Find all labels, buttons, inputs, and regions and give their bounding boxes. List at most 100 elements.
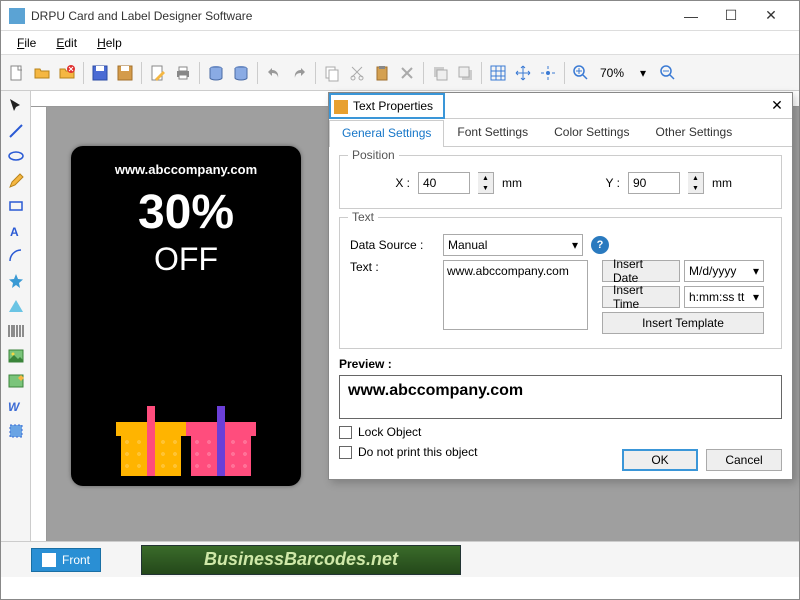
db2-icon[interactable] — [229, 61, 253, 85]
text-label: Text : — [350, 260, 435, 274]
redo-icon[interactable] — [287, 61, 311, 85]
help-icon[interactable]: ? — [591, 236, 609, 254]
undo-icon[interactable] — [262, 61, 286, 85]
minimize-button[interactable]: — — [671, 2, 711, 30]
gift-icon — [116, 406, 186, 476]
gift-icon — [186, 406, 256, 476]
y-input[interactable] — [628, 172, 680, 194]
y-spinner[interactable]: ▲▼ — [688, 172, 704, 194]
print-icon[interactable] — [171, 61, 195, 85]
arc-tool-icon[interactable] — [5, 245, 27, 267]
toolbar: 70% ▾ — [1, 55, 799, 91]
cancel-button[interactable]: Cancel — [706, 449, 782, 471]
app-title: DRPU Card and Label Designer Software — [31, 9, 671, 23]
saveas-icon[interactable] — [113, 61, 137, 85]
position-fieldset: Position X : ▲▼ mm Y : ▲▼ mm — [339, 155, 782, 209]
page-tab-label: Front — [62, 553, 90, 567]
dialog-close-icon[interactable]: ✕ — [762, 97, 792, 114]
ok-button[interactable]: OK — [622, 449, 698, 471]
copy-icon[interactable] — [320, 61, 344, 85]
edit-icon[interactable] — [146, 61, 170, 85]
close-button[interactable]: ✕ — [751, 2, 791, 30]
layer1-icon[interactable] — [428, 61, 452, 85]
align-icon[interactable] — [536, 61, 560, 85]
card-url-text[interactable]: www.abccompany.com — [81, 162, 291, 177]
preview-box: www.abccompany.com — [339, 375, 782, 419]
page-thumb-icon — [42, 553, 56, 567]
tab-other[interactable]: Other Settings — [642, 119, 745, 146]
datasource-combo[interactable]: Manual — [443, 234, 583, 256]
triangle-tool-icon[interactable] — [5, 295, 27, 317]
x-input[interactable] — [418, 172, 470, 194]
save-icon[interactable] — [88, 61, 112, 85]
text-tool-icon[interactable]: A — [5, 220, 27, 242]
card-discount-text: 30% — [81, 189, 291, 237]
barcode-tool-icon[interactable] — [5, 320, 27, 342]
layer2-icon[interactable] — [453, 61, 477, 85]
menu-file[interactable]: File — [9, 34, 44, 52]
date-format-combo[interactable]: M/d/yyyy — [684, 260, 764, 282]
paste-icon[interactable] — [370, 61, 394, 85]
x-label: X : — [350, 176, 410, 190]
open-icon[interactable] — [30, 61, 54, 85]
noprint-checkbox[interactable] — [339, 446, 352, 459]
insert-date-button[interactable]: Insert Date — [602, 260, 680, 282]
dialog-title: Text Properties — [329, 93, 445, 119]
tab-color[interactable]: Color Settings — [541, 119, 642, 146]
image-tool-icon[interactable] — [5, 345, 27, 367]
text-input[interactable] — [443, 260, 588, 330]
text-properties-dialog: Text Properties ✕ General Settings Font … — [328, 92, 793, 480]
grid-icon[interactable] — [486, 61, 510, 85]
pointer-tool-icon[interactable] — [5, 95, 27, 117]
position-legend: Position — [348, 148, 399, 162]
card-preview[interactable]: www.abccompany.com 30% OFF — [71, 146, 301, 486]
time-format-combo[interactable]: h:mm:ss tt — [684, 286, 764, 308]
cut-icon[interactable] — [345, 61, 369, 85]
zoom-value[interactable]: 70% — [594, 66, 630, 80]
text-fieldset: Text Data Source : Manual ? Text : Inser… — [339, 217, 782, 349]
page-tab-front[interactable]: Front — [31, 548, 101, 572]
card-gifts — [71, 406, 301, 476]
lock-checkbox[interactable] — [339, 426, 352, 439]
pencil-tool-icon[interactable] — [5, 170, 27, 192]
x-spinner[interactable]: ▲▼ — [478, 172, 494, 194]
library-tool-icon[interactable] — [5, 370, 27, 392]
zoomout-icon[interactable] — [656, 61, 680, 85]
tab-font[interactable]: Font Settings — [444, 119, 541, 146]
dialog-tabs: General Settings Font Settings Color Set… — [329, 119, 792, 147]
dialog-titlebar: Text Properties ✕ — [329, 93, 792, 119]
ruler-vertical — [31, 107, 47, 541]
svg-text:W: W — [8, 400, 21, 414]
zoomin-icon[interactable] — [569, 61, 593, 85]
menubar: File Edit Help — [1, 31, 799, 55]
noprint-label: Do not print this object — [358, 445, 477, 459]
ellipse-tool-icon[interactable] — [5, 145, 27, 167]
preview-label: Preview : — [339, 357, 782, 371]
zoom-dropdown-icon[interactable]: ▾ — [631, 61, 655, 85]
lock-label: Lock Object — [358, 425, 421, 439]
app-icon — [9, 8, 25, 24]
datasource-label: Data Source : — [350, 238, 435, 252]
x-unit: mm — [502, 176, 522, 190]
line-tool-icon[interactable] — [5, 120, 27, 142]
star-tool-icon[interactable] — [5, 270, 27, 292]
y-unit: mm — [712, 176, 732, 190]
close-file-icon[interactable] — [55, 61, 79, 85]
menu-help[interactable]: Help — [89, 34, 130, 52]
shape-tool-icon[interactable] — [5, 420, 27, 442]
maximize-button[interactable]: ☐ — [711, 2, 751, 30]
rect-tool-icon[interactable] — [5, 195, 27, 217]
wordart-tool-icon[interactable]: W — [5, 395, 27, 417]
menu-edit[interactable]: Edit — [48, 34, 85, 52]
insert-time-button[interactable]: Insert Time — [602, 286, 680, 308]
footer: Front BusinessBarcodes.net — [1, 541, 799, 577]
move-icon[interactable] — [511, 61, 535, 85]
tab-general[interactable]: General Settings — [329, 120, 444, 147]
text-legend: Text — [348, 210, 378, 224]
svg-text:A: A — [10, 225, 19, 239]
delete-icon[interactable] — [395, 61, 419, 85]
insert-template-button[interactable]: Insert Template — [602, 312, 764, 334]
titlebar: DRPU Card and Label Designer Software — … — [1, 1, 799, 31]
db-icon[interactable] — [204, 61, 228, 85]
new-icon[interactable] — [5, 61, 29, 85]
